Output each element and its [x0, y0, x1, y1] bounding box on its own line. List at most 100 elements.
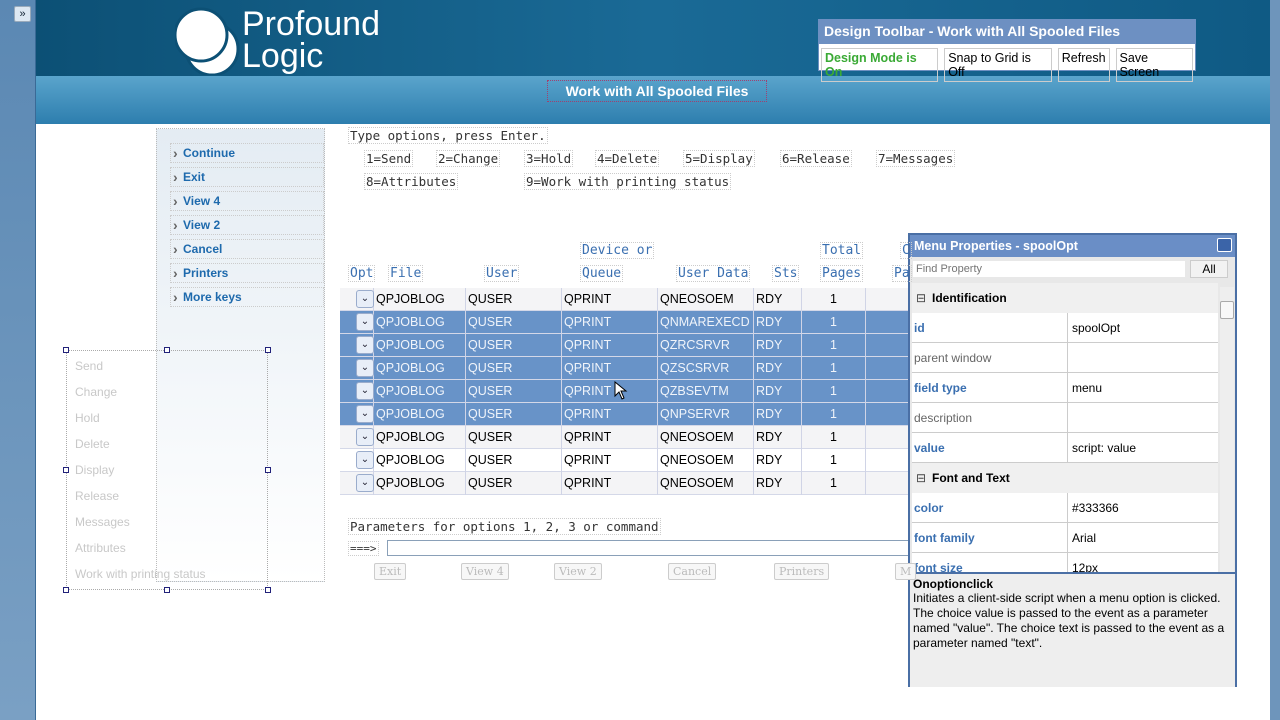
opt-dropdown-icon[interactable]: ⌄: [356, 428, 374, 446]
save-screen-button[interactable]: Save Screen: [1115, 48, 1193, 82]
resize-handle[interactable]: [265, 587, 271, 593]
property-row[interactable]: id spoolOpt: [912, 313, 1218, 343]
function-key-continue[interactable]: Continue: [170, 143, 324, 163]
disabled-button[interactable]: Printers: [774, 563, 830, 580]
opt-dropdown-icon[interactable]: ⌄: [356, 290, 374, 308]
opt-dropdown-icon[interactable]: ⌄: [356, 359, 374, 377]
disabled-button[interactable]: M: [895, 563, 917, 580]
property-row[interactable]: description: [912, 403, 1218, 433]
property-row[interactable]: parent window: [912, 343, 1218, 373]
minimize-icon[interactable]: [1217, 238, 1232, 252]
menu-option[interactable]: Display: [75, 463, 114, 477]
opt-dropdown-icon[interactable]: ⌄: [356, 474, 374, 492]
option-menu[interactable]: Send Change Hold Delete Display Release Messag…: [66, 350, 268, 590]
table-row[interactable]: ⌄ QPJOBLOG QUSER QPRINT QNMAREXECD RDY 1: [340, 311, 910, 334]
menu-option[interactable]: Messages: [75, 515, 130, 529]
design-mode-button[interactable]: Design Mode is On: [821, 48, 939, 82]
menu-option[interactable]: Attributes: [75, 541, 126, 555]
extra-cell: [866, 288, 910, 311]
disabled-button[interactable]: View 2: [554, 563, 602, 580]
screen-title: Work with All Spooled Files: [547, 80, 767, 102]
property-row[interactable]: font size 12px: [912, 553, 1218, 573]
property-key: parent window: [914, 351, 992, 365]
opt-dropdown-icon[interactable]: ⌄: [356, 405, 374, 423]
opt-cell[interactable]: ⌄: [340, 311, 374, 334]
resize-handle[interactable]: [164, 347, 170, 353]
user-cell: QUSER: [466, 380, 562, 403]
resize-handle[interactable]: [63, 587, 69, 593]
table-row[interactable]: ⌄ QPJOBLOG QUSER QPRINT QZRCSRVR RDY 1: [340, 334, 910, 357]
property-section[interactable]: Identification: [912, 283, 1218, 313]
menu-option[interactable]: Send: [75, 359, 103, 373]
property-section[interactable]: Font and Text: [912, 463, 1218, 493]
opt-cell[interactable]: ⌄: [340, 472, 374, 495]
column-header-pages1: Total: [820, 242, 864, 259]
property-row[interactable]: color #333366: [912, 493, 1218, 523]
property-value[interactable]: [1067, 403, 1218, 433]
resize-handle[interactable]: [164, 587, 170, 593]
function-key-view-2[interactable]: View 2: [170, 215, 324, 235]
table-row[interactable]: ⌄ QPJOBLOG QUSER QPRINT QNEOSOEM RDY 1: [340, 472, 910, 495]
opt-dropdown-icon[interactable]: ⌄: [356, 382, 374, 400]
property-value[interactable]: [1067, 343, 1218, 373]
menu-option[interactable]: Work with printing status: [75, 567, 206, 581]
property-row[interactable]: field type menu: [912, 373, 1218, 403]
userdata-cell: QNPSERVR: [658, 403, 754, 426]
menu-option[interactable]: Release: [75, 489, 119, 503]
resize-handle[interactable]: [265, 467, 271, 473]
property-value[interactable]: 12px: [1067, 553, 1218, 573]
disabled-button[interactable]: View 4: [461, 563, 509, 580]
right-strip: [1270, 0, 1280, 720]
user-cell: QUSER: [466, 357, 562, 380]
property-row[interactable]: font family Arial: [912, 523, 1218, 553]
opt-cell[interactable]: ⌄: [340, 449, 374, 472]
opt-cell[interactable]: ⌄: [340, 334, 374, 357]
logo-icon: [173, 7, 240, 77]
opt-cell[interactable]: ⌄: [340, 403, 374, 426]
scrollbar[interactable]: [1220, 287, 1234, 573]
function-key-cancel[interactable]: Cancel: [170, 239, 324, 259]
function-key-more-keys[interactable]: More keys: [170, 287, 324, 307]
option-legend: 6=Release: [780, 150, 852, 167]
find-property-input[interactable]: [913, 261, 1185, 277]
opt-cell[interactable]: ⌄: [340, 426, 374, 449]
expand-panel-icon[interactable]: »: [14, 6, 31, 22]
extra-cell: [866, 380, 910, 403]
table-row[interactable]: ⌄ QPJOBLOG QUSER QPRINT QNEOSOEM RDY 1: [340, 288, 910, 311]
all-button[interactable]: All: [1190, 260, 1228, 278]
user-cell: QUSER: [466, 311, 562, 334]
disabled-button[interactable]: Exit: [374, 563, 407, 580]
resize-handle[interactable]: [63, 467, 69, 473]
property-value[interactable]: menu: [1067, 373, 1218, 403]
table-row[interactable]: ⌄ QPJOBLOG QUSER QPRINT QNEOSOEM RDY 1: [340, 426, 910, 449]
property-row[interactable]: value script: value: [912, 433, 1218, 463]
menu-option[interactable]: Hold: [75, 411, 100, 425]
function-key-view-4[interactable]: View 4: [170, 191, 324, 211]
resize-handle[interactable]: [63, 347, 69, 353]
refresh-button[interactable]: Refresh: [1057, 48, 1110, 82]
disabled-button[interactable]: Cancel: [668, 563, 717, 580]
menu-option[interactable]: Delete: [75, 437, 110, 451]
opt-dropdown-icon[interactable]: ⌄: [356, 313, 374, 331]
option-legend: 5=Display: [683, 150, 755, 167]
property-value[interactable]: #333366: [1067, 493, 1218, 523]
table-row[interactable]: ⌄ QPJOBLOG QUSER QPRINT QZSCSRVR RDY 1: [340, 357, 910, 380]
table-row[interactable]: ⌄ QPJOBLOG QUSER QPRINT QNEOSOEM RDY 1: [340, 449, 910, 472]
property-value[interactable]: spoolOpt: [1067, 313, 1218, 343]
column-header-opt: Opt: [348, 265, 376, 282]
opt-cell[interactable]: ⌄: [340, 380, 374, 403]
opt-dropdown-icon[interactable]: ⌄: [356, 336, 374, 354]
opt-cell[interactable]: ⌄: [340, 288, 374, 311]
function-key-exit[interactable]: Exit: [170, 167, 324, 187]
resize-handle[interactable]: [265, 347, 271, 353]
property-value[interactable]: script: value: [1067, 433, 1218, 463]
queue-cell: QPRINT: [562, 449, 658, 472]
snap-to-grid-button[interactable]: Snap to Grid is Off: [944, 48, 1052, 82]
opt-cell[interactable]: ⌄: [340, 357, 374, 380]
function-key-printers[interactable]: Printers: [170, 263, 324, 283]
command-input[interactable]: [387, 540, 912, 556]
menu-option[interactable]: Change: [75, 385, 117, 399]
opt-dropdown-icon[interactable]: ⌄: [356, 451, 374, 469]
table-row[interactable]: ⌄ QPJOBLOG QUSER QPRINT QNPSERVR RDY 1: [340, 403, 910, 426]
property-value[interactable]: Arial: [1067, 523, 1218, 553]
